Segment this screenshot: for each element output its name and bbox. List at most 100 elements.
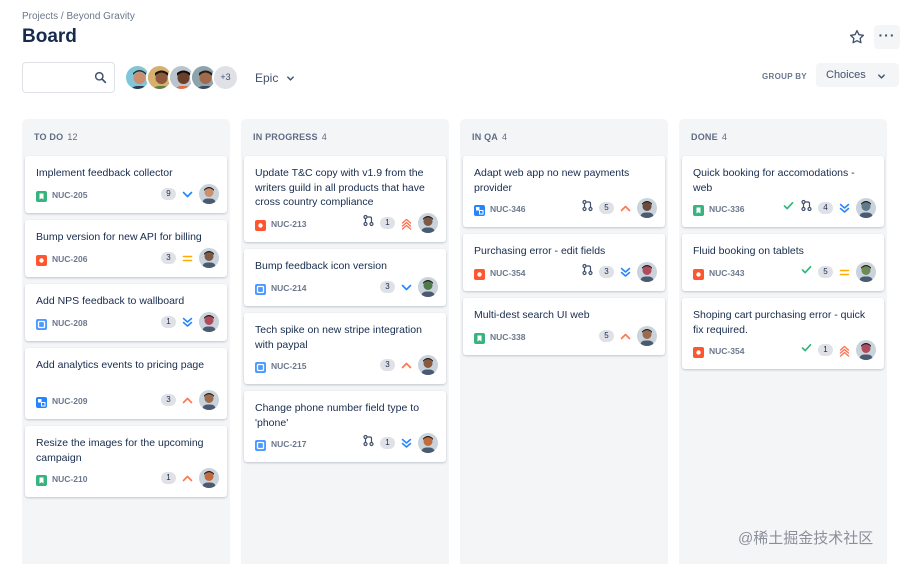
issue-key[interactable]: NUC-217: [271, 439, 306, 449]
issue-card[interactable]: Add analytics events to pricing page NUC-…: [25, 348, 227, 419]
card-title: Purchasing error - edit fields: [474, 245, 606, 257]
done-check-icon: [800, 263, 813, 281]
column-title: TO DO: [34, 132, 64, 142]
assignee-avatar[interactable]: [856, 262, 876, 282]
assignee-avatar[interactable]: [856, 340, 876, 360]
issue-card[interactable]: Purchasing error - edit fields NUC-354 3: [463, 234, 665, 291]
issue-key[interactable]: NUC-354: [709, 346, 744, 356]
priority-lowest-icon: [181, 316, 194, 329]
more-options-button[interactable]: ···: [874, 25, 900, 49]
search-input[interactable]: [22, 62, 115, 93]
assignee-avatar[interactable]: [856, 198, 876, 218]
column-in-progress: IN PROGRESS 4 Update T&C copy with v1.9 f…: [241, 119, 449, 564]
group-by-label: GROUP BY: [762, 72, 807, 81]
done-check-icon: [782, 199, 795, 217]
story-type-icon: [474, 331, 485, 344]
pull-request-icon: [581, 263, 594, 281]
issue-key[interactable]: NUC-213: [271, 219, 306, 229]
issue-key[interactable]: NUC-336: [709, 204, 744, 214]
priority-lowest-icon: [838, 202, 851, 215]
issue-key[interactable]: NUC-338: [490, 332, 525, 342]
group-by-select[interactable]: Choices: [816, 63, 899, 87]
issue-card[interactable]: Bump version for new API for billing NUC-…: [25, 220, 227, 277]
issue-key[interactable]: NUC-208: [52, 318, 87, 328]
bug-type-icon: [693, 267, 704, 280]
card-footer: NUC-213 1: [255, 213, 438, 233]
issue-card[interactable]: Implement feedback collector NUC-205 9: [25, 156, 227, 213]
card-footer: NUC-205 9: [36, 184, 219, 204]
assignee-avatar[interactable]: [199, 468, 219, 488]
epic-filter[interactable]: Epic: [255, 71, 278, 85]
issue-key[interactable]: NUC-343: [709, 268, 744, 278]
issue-key[interactable]: NUC-214: [271, 283, 306, 293]
chevron-down-icon[interactable]: [286, 74, 295, 83]
issue-card[interactable]: Shoping cart purchasing error - quick fi…: [682, 298, 884, 369]
issue-card[interactable]: Fluid booking on tablets NUC-343 5: [682, 234, 884, 291]
assignee-avatar[interactable]: [199, 184, 219, 204]
story-type-icon: [36, 473, 47, 486]
breadcrumb[interactable]: Projects / Beyond Gravity: [22, 11, 135, 22]
issue-card[interactable]: Bump feedback icon version NUC-214 3: [244, 249, 446, 306]
issue-card[interactable]: Update T&C copy with v1.9 from the write…: [244, 156, 446, 242]
issue-key[interactable]: NUC-210: [52, 474, 87, 484]
priority-high-icon: [181, 472, 194, 485]
issue-key[interactable]: NUC-205: [52, 190, 87, 200]
assignee-avatar[interactable]: [637, 262, 657, 282]
card-title: Multi-dest search UI web: [474, 309, 590, 321]
card-title: Add analytics events to pricing page: [36, 359, 205, 371]
story-points-badge: 3: [599, 266, 614, 278]
assignee-avatar[interactable]: [418, 433, 438, 453]
column-title: DONE: [691, 132, 718, 142]
card-footer: NUC-210 1: [36, 468, 219, 488]
assignee-avatar[interactable]: [418, 277, 438, 297]
card-footer: NUC-215 3: [255, 355, 438, 375]
issue-card[interactable]: Multi-dest search UI web NUC-338 5: [463, 298, 665, 355]
card-footer: NUC-354 1: [693, 340, 876, 360]
issue-key[interactable]: NUC-346: [490, 204, 525, 214]
issue-card[interactable]: Resize the images for the upcoming campa…: [25, 426, 227, 497]
star-icon[interactable]: [848, 28, 866, 46]
card-footer: NUC-336 4: [693, 198, 876, 218]
assignee-avatar[interactable]: [418, 213, 438, 233]
story-points-badge: 5: [599, 202, 614, 214]
card-meta: 1: [161, 312, 219, 332]
issue-key[interactable]: NUC-354: [490, 268, 525, 278]
subtask-type-icon: [36, 395, 47, 408]
more-members-badge[interactable]: +3: [212, 64, 239, 91]
issue-card[interactable]: Adapt web app no new payments provider NU…: [463, 156, 665, 227]
issue-card[interactable]: Quick booking for accomodations - web NUC…: [682, 156, 884, 227]
card-title: Implement feedback collector: [36, 167, 173, 179]
column-todo: TO DO 12 Implement feedback collector NUC-…: [22, 119, 230, 564]
priority-lowest-icon: [619, 266, 632, 279]
issue-card[interactable]: Add NPS feedback to wallboard NUC-208 1: [25, 284, 227, 341]
story-points-badge: 1: [380, 437, 395, 449]
card-title: Bump feedback icon version: [255, 260, 387, 272]
card-title: Adapt web app no new payments provider: [474, 167, 630, 194]
priority-medium-icon: [181, 252, 194, 265]
issue-key[interactable]: NUC-206: [52, 254, 87, 264]
bug-type-icon: [693, 345, 704, 358]
card-title: Shoping cart purchasing error - quick fi…: [693, 309, 866, 336]
issue-key[interactable]: NUC-209: [52, 396, 87, 406]
task-type-icon: [255, 282, 266, 295]
card-title: Fluid booking on tablets: [693, 245, 804, 257]
story-points-badge: 5: [818, 266, 833, 278]
story-points-badge: 3: [380, 359, 395, 371]
card-title: Tech spike on new stripe integration wit…: [255, 324, 422, 351]
issue-card[interactable]: Tech spike on new stripe integration wit…: [244, 313, 446, 384]
assignee-avatar[interactable]: [637, 198, 657, 218]
story-points-badge: 5: [599, 330, 614, 342]
assignee-avatar[interactable]: [418, 355, 438, 375]
issue-card[interactable]: Change phone number field type to 'phone…: [244, 391, 446, 462]
issue-key[interactable]: NUC-215: [271, 361, 306, 371]
task-type-icon: [36, 317, 47, 330]
bug-type-icon: [474, 267, 485, 280]
assignee-avatar[interactable]: [637, 326, 657, 346]
assignee-avatar[interactable]: [199, 312, 219, 332]
assignee-avatar[interactable]: [199, 390, 219, 410]
card-meta: 5: [800, 262, 876, 282]
bug-type-icon: [36, 253, 47, 266]
card-footer: NUC-354 3: [474, 262, 657, 282]
assignee-avatar[interactable]: [199, 248, 219, 268]
card-title: Change phone number field type to 'phone…: [255, 402, 420, 429]
